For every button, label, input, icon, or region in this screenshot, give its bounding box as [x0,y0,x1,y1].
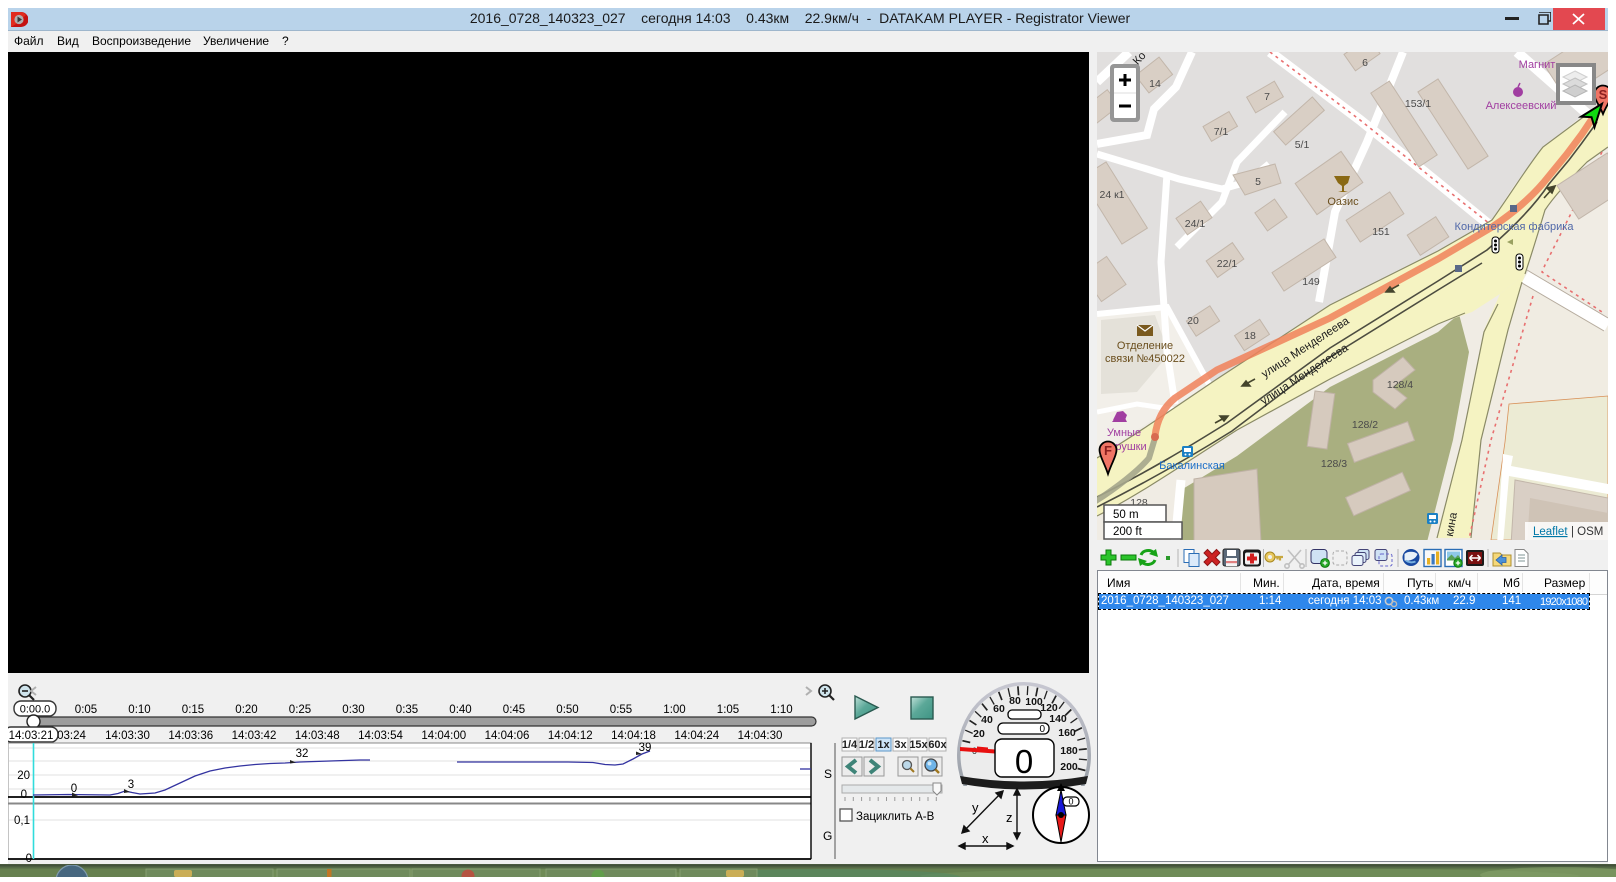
svg-text:5/1: 5/1 [1295,139,1310,151]
svg-text:0: 0 [1015,743,1033,780]
svg-text:128/3: 128/3 [1321,458,1347,470]
svg-text:32: 32 [296,748,309,760]
svg-text:Умные: Умные [1107,427,1141,439]
svg-text:14:03:21: 14:03:21 [9,730,54,742]
svg-text:1x: 1x [877,739,890,751]
svg-text:0:25: 0:25 [289,704,311,716]
svg-text:50 m: 50 m [1113,509,1139,521]
svg-text:80: 80 [1009,695,1021,707]
svg-text:1:10: 1:10 [770,704,792,716]
svg-text:3: 3 [128,779,134,791]
svg-text:60: 60 [993,703,1005,715]
svg-text:14:04:18: 14:04:18 [611,730,656,742]
svg-text:1:00: 1:00 [663,704,685,716]
svg-text:G: G [823,829,832,843]
svg-text:0:35: 0:35 [396,704,418,716]
svg-text:20: 20 [1187,315,1199,327]
svg-text:5: 5 [1255,176,1261,188]
svg-text:рушки: рушки [1115,441,1146,453]
svg-text:1/2: 1/2 [859,739,874,751]
svg-text:7/1: 7/1 [1214,126,1229,138]
svg-text:22/1: 22/1 [1217,258,1238,270]
svg-text:03:24: 03:24 [57,730,86,742]
svg-text:0:30: 0:30 [342,704,364,716]
svg-text:39: 39 [639,742,652,754]
svg-text:40: 40 [981,714,993,726]
svg-text:14:03:48: 14:03:48 [295,730,340,742]
svg-text:140: 140 [1049,713,1067,725]
svg-text:7: 7 [1264,91,1270,103]
svg-text:180: 180 [1060,745,1078,757]
svg-text:1/4: 1/4 [842,739,858,751]
svg-text:14:04:24: 14:04:24 [674,730,719,742]
svg-text:6: 6 [1362,57,1368,69]
svg-text:0:40: 0:40 [449,704,471,716]
svg-text:0:45: 0:45 [503,704,525,716]
svg-text:0:55: 0:55 [610,704,632,716]
svg-text:0:00.0: 0:00.0 [20,704,51,716]
svg-text:| OSM: | OSM [1571,526,1603,538]
svg-text:0: 0 [71,783,77,795]
svg-text:Отделение: Отделение [1117,340,1173,352]
svg-text:128/4: 128/4 [1387,379,1413,391]
svg-text:Кондитерская фабрика: Кондитерская фабрика [1455,221,1575,233]
svg-text:14:04:12: 14:04:12 [548,730,593,742]
svg-text:14:03:54: 14:03:54 [358,730,403,742]
svg-text:14:03:36: 14:03:36 [168,730,213,742]
svg-text:0,1: 0,1 [14,815,30,827]
svg-text:Leaflet: Leaflet [1533,526,1568,538]
svg-text:0:05: 0:05 [75,704,97,716]
svg-text:3x: 3x [894,739,907,751]
svg-text:0:20: 0:20 [235,704,257,716]
svg-text:z: z [1006,810,1013,825]
svg-text:0: 0 [26,853,32,862]
svg-text:S: S [824,767,832,781]
svg-text:128/2: 128/2 [1352,419,1378,431]
svg-text:S: S [1599,87,1608,102]
svg-text:14:03:30: 14:03:30 [105,730,150,742]
svg-text:20: 20 [17,770,30,782]
svg-text:1:05: 1:05 [717,704,739,716]
svg-text:24 к1: 24 к1 [1099,189,1124,201]
svg-text:200 ft: 200 ft [1113,526,1143,538]
svg-text:Зациклить A-B: Зациклить A-B [856,811,935,823]
svg-text:14:03:42: 14:03:42 [232,730,277,742]
svg-text:20: 20 [973,728,985,740]
svg-text:x: x [982,831,989,846]
svg-text:24/1: 24/1 [1185,218,1206,230]
svg-text:14:04:30: 14:04:30 [738,730,783,742]
svg-text:15x: 15x [909,739,928,751]
svg-text:0: 0 [1039,724,1045,735]
svg-text:Алексеевский: Алексеевский [1486,100,1557,112]
svg-text:связи №450022: связи №450022 [1105,353,1185,365]
svg-text:160: 160 [1058,727,1076,739]
svg-text:18: 18 [1244,330,1256,342]
svg-text:Бакалинская: Бакалинская [1159,460,1225,472]
svg-text:0: 0 [21,789,27,801]
svg-text:14:04:06: 14:04:06 [485,730,530,742]
svg-text:14:04:00: 14:04:00 [421,730,466,742]
svg-text:Оазис: Оазис [1327,196,1359,208]
svg-text:0:10: 0:10 [128,704,150,716]
svg-text:149: 149 [1302,276,1320,288]
svg-text:151: 151 [1372,226,1390,238]
svg-text:200: 200 [1060,761,1078,773]
svg-text:0:50: 0:50 [556,704,578,716]
svg-text:0: 0 [1068,797,1073,807]
svg-text:153/1: 153/1 [1405,98,1431,110]
svg-text:F: F [1104,443,1112,458]
svg-text:Магнит: Магнит [1519,59,1556,71]
svg-text:14: 14 [1149,78,1161,90]
svg-text:60x: 60x [928,739,947,751]
svg-text:0:15: 0:15 [182,704,204,716]
svg-text:y: y [972,800,979,815]
